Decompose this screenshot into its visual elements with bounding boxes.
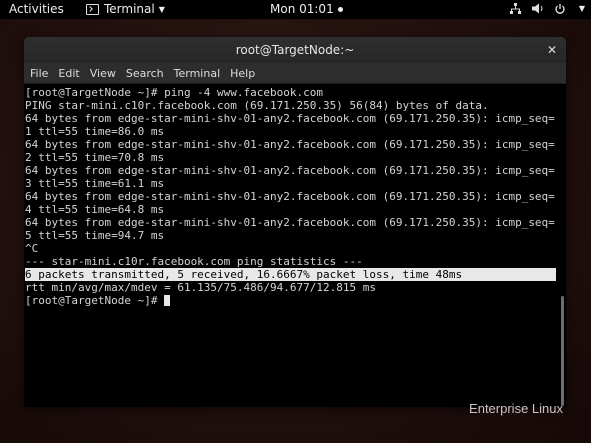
terminal-lines: [root@TargetNode ~]# ping -4 www.faceboo…: [25, 86, 556, 307]
terminal-line: PING star-mini.c10r.facebook.com (69.171…: [25, 99, 556, 112]
terminal-line: 5 ttl=55 time=94.7 ms: [25, 229, 556, 242]
terminal-window: root@TargetNode:~ ✕ File Edit View Searc…: [24, 37, 566, 407]
menu-item-file[interactable]: File: [30, 67, 48, 80]
system-tray[interactable]: ▼: [509, 2, 585, 15]
system-menu-chevron-icon[interactable]: ▼: [579, 4, 585, 13]
terminal-icon: [86, 3, 99, 15]
menu-bar: File Edit View Search Terminal Help: [24, 63, 566, 84]
terminal-line: 64 bytes from edge-star-mini-shv-01-any2…: [25, 164, 556, 177]
terminal-line: 64 bytes from edge-star-mini-shv-01-any2…: [25, 216, 556, 229]
terminal-line-text: 64 bytes from edge-star-mini-shv-01-any2…: [25, 112, 555, 125]
window-titlebar[interactable]: root@TargetNode:~ ✕: [24, 37, 566, 63]
terminal-line-text: --- star-mini.c10r.facebook.com ping sta…: [25, 255, 363, 268]
terminal-line-text: PING star-mini.c10r.facebook.com (69.171…: [25, 99, 489, 112]
terminal-line-text: rtt min/avg/max/mdev = 61.135/75.486/94.…: [25, 281, 376, 294]
terminal-line-text: 5 ttl=55 time=94.7 ms: [25, 229, 165, 242]
terminal-output[interactable]: [root@TargetNode ~]# ping -4 www.faceboo…: [24, 84, 566, 407]
terminal-line: 3 ttl=55 time=61.1 ms: [25, 177, 556, 190]
terminal-line-selected: 6 packets transmitted, 5 received, 16.66…: [25, 268, 556, 281]
window-title: root@TargetNode:~: [235, 43, 355, 57]
app-menu-label: Terminal: [104, 2, 155, 16]
terminal-line: [root@TargetNode ~]#: [25, 294, 556, 307]
top-bar: Activities Terminal ▼ Mon 01:01 ▼: [0, 0, 591, 19]
desktop: Activities Terminal ▼ Mon 01:01 ▼ root@T…: [0, 0, 591, 443]
power-icon[interactable]: [554, 3, 566, 15]
chevron-down-icon: ▼: [158, 4, 165, 14]
terminal-line: [root@TargetNode ~]# ping -4 www.faceboo…: [25, 86, 556, 99]
terminal-line-text: [root@TargetNode ~]# ping -4 www.faceboo…: [25, 86, 324, 99]
terminal-line: 1 ttl=55 time=86.0 ms: [25, 125, 556, 138]
terminal-line: 2 ttl=55 time=70.8 ms: [25, 151, 556, 164]
menu-item-help[interactable]: Help: [230, 67, 255, 80]
brand-watermark: Enterprise Linux: [469, 401, 563, 416]
terminal-line: --- star-mini.c10r.facebook.com ping sta…: [25, 255, 556, 268]
clock-label: Mon 01:01: [270, 2, 334, 16]
terminal-line: rtt min/avg/max/mdev = 61.135/75.486/94.…: [25, 281, 556, 294]
scrollbar[interactable]: [561, 296, 564, 406]
terminal-line-text: 64 bytes from edge-star-mini-shv-01-any2…: [25, 216, 555, 229]
terminal-line: ^C: [25, 242, 556, 255]
notification-dot-icon: [337, 6, 343, 12]
network-icon[interactable]: [509, 2, 522, 15]
text-cursor: [164, 295, 171, 306]
menu-item-search[interactable]: Search: [126, 67, 164, 80]
terminal-line-text: 3 ttl=55 time=61.1 ms: [25, 177, 165, 190]
volume-icon[interactable]: [531, 2, 545, 15]
terminal-line-text: 1 ttl=55 time=86.0 ms: [25, 125, 165, 138]
terminal-line-text: 4 ttl=55 time=64.8 ms: [25, 203, 165, 216]
activities-button[interactable]: Activities: [9, 2, 64, 16]
terminal-line-text: ^C: [25, 242, 39, 255]
terminal-line-text: [root@TargetNode ~]#: [25, 294, 165, 307]
app-menu[interactable]: Terminal ▼: [86, 2, 165, 16]
close-icon[interactable]: ✕: [547, 37, 557, 63]
terminal-line-text: 64 bytes from edge-star-mini-shv-01-any2…: [25, 138, 555, 151]
terminal-line: 64 bytes from edge-star-mini-shv-01-any2…: [25, 112, 556, 125]
terminal-line-text: 6 packets transmitted, 5 received, 16.66…: [25, 268, 463, 281]
terminal-line-text: 64 bytes from edge-star-mini-shv-01-any2…: [25, 190, 555, 203]
clock[interactable]: Mon 01:01: [270, 2, 343, 16]
terminal-line: 64 bytes from edge-star-mini-shv-01-any2…: [25, 138, 556, 151]
terminal-line: 64 bytes from edge-star-mini-shv-01-any2…: [25, 190, 556, 203]
terminal-line-text: 64 bytes from edge-star-mini-shv-01-any2…: [25, 164, 555, 177]
terminal-line-text: 2 ttl=55 time=70.8 ms: [25, 151, 165, 164]
menu-item-edit[interactable]: Edit: [58, 67, 79, 80]
terminal-line: 4 ttl=55 time=64.8 ms: [25, 203, 556, 216]
menu-item-terminal[interactable]: Terminal: [174, 67, 221, 80]
menu-item-view[interactable]: View: [90, 67, 116, 80]
